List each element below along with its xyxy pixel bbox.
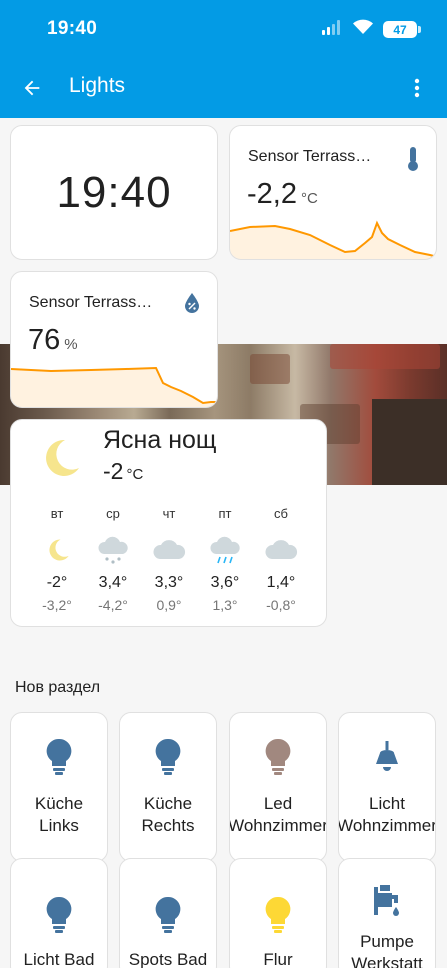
weather-temp-value: -2 xyxy=(103,458,124,484)
sensor-value: 76% xyxy=(28,324,78,357)
forecast-low: 1,3° xyxy=(212,597,238,613)
tile-label: Licht Bad xyxy=(23,950,95,968)
forecast-high: 1,4° xyxy=(266,574,296,591)
signal-icon xyxy=(321,19,343,40)
lightbulb-icon xyxy=(11,895,107,935)
tile-label: Led Wohnzimmer xyxy=(229,794,327,835)
status-bar: 19:40 47 xyxy=(0,0,447,58)
page-title: Lights xyxy=(69,74,126,97)
back-button[interactable] xyxy=(14,70,50,106)
tile-label: Küche Rechts xyxy=(141,794,195,835)
humidity-graph xyxy=(11,366,217,407)
cloud-icon xyxy=(253,530,309,570)
sensor-name: Sensor Terrass… xyxy=(29,294,153,311)
forecast-day: сб 1,4° -0,8° xyxy=(253,506,309,613)
lightbulb-icon xyxy=(11,737,107,777)
tile-label: Pumpe Werkstatt xyxy=(351,932,423,968)
forecast-day: ср 3,4° -4,2° xyxy=(85,506,141,613)
wall-texture xyxy=(330,344,440,369)
light-tile-spots-bad[interactable]: Spots Bad xyxy=(119,858,217,968)
tile-label: Spots Bad xyxy=(128,950,208,968)
app-screen: 19:40 47 Lights 19:40 Sensor Terrass… -2… xyxy=(0,0,447,968)
arrow-left-icon xyxy=(24,80,40,96)
forecast-high: 3,6° xyxy=(210,574,240,591)
forecast-high: -2° xyxy=(46,574,68,591)
wall-opening xyxy=(372,399,447,485)
forecast-day-name: вт xyxy=(50,506,64,521)
status-icons: 47 xyxy=(321,19,421,40)
light-tile-led-wohnzimmer[interactable]: Led Wohnzimmer xyxy=(229,712,327,862)
weather-temp-unit: °C xyxy=(126,466,144,483)
humidity-sensor-card[interactable]: Sensor Terrass… 76% xyxy=(10,271,218,408)
status-time: 19:40 xyxy=(47,18,98,39)
moon-icon xyxy=(29,530,85,570)
snow-cloud-icon xyxy=(85,530,141,570)
app-bar: Lights xyxy=(0,58,447,118)
weather-state: Ясна нощ xyxy=(103,426,217,454)
tile-label: Flur xyxy=(263,950,293,968)
overflow-menu-button[interactable] xyxy=(405,72,429,104)
temperature-sensor-card[interactable]: Sensor Terrass… -2,2 °C xyxy=(229,125,437,260)
dots-vertical-icon xyxy=(414,78,420,98)
ceiling-light-icon xyxy=(339,737,435,777)
rain-cloud-icon xyxy=(197,530,253,570)
battery-indicator: 47 xyxy=(383,21,421,38)
sensor-name: Sensor Terrass… xyxy=(248,148,372,165)
switch-tile-pumpe-werkstatt[interactable]: Pumpe Werkstatt xyxy=(338,858,436,968)
forecast-day: вт -2° -3,2° xyxy=(29,506,85,613)
wifi-icon xyxy=(352,19,374,40)
water-pump-icon xyxy=(339,883,435,923)
clock-time: 19:40 xyxy=(56,168,172,217)
light-tile-licht-wohnzimmer[interactable]: Licht Wohnzimmer xyxy=(338,712,436,862)
wall-texture xyxy=(250,354,290,384)
tile-label: Küche Links xyxy=(34,794,84,835)
forecast-day-name: пт xyxy=(218,506,232,521)
humidity-unit: % xyxy=(64,336,78,353)
lightbulb-icon xyxy=(120,737,216,777)
weather-forecast-card[interactable]: Ясна нощ -2 °C вт -2° -3,2° ср 3,4° -4,2°… xyxy=(10,419,327,627)
lightbulb-icon xyxy=(120,895,216,935)
light-tile-kuche-links[interactable]: Küche Links xyxy=(10,712,108,862)
tile-label: Licht Wohnzimmer xyxy=(338,794,436,835)
forecast-day-name: ср xyxy=(106,506,120,521)
forecast-day-name: сб xyxy=(274,506,288,521)
forecast-day-name: чт xyxy=(162,506,176,521)
forecast-high: 3,4° xyxy=(98,574,128,591)
temperature-graph xyxy=(230,220,436,259)
lightbulb-icon xyxy=(230,895,326,935)
forecast-low: 0,9° xyxy=(156,597,182,613)
forecast-day: чт 3,3° 0,9° xyxy=(141,506,197,613)
humidity-value: 76 xyxy=(28,324,61,356)
thermometer-icon xyxy=(406,146,420,177)
light-tile-licht-bad[interactable]: Licht Bad xyxy=(10,858,108,968)
lightbulb-icon xyxy=(230,737,326,777)
moon-icon xyxy=(35,434,83,487)
forecast-high: 3,3° xyxy=(154,574,184,591)
section-title: Нов раздел xyxy=(15,679,101,696)
forecast-low: -3,2° xyxy=(42,597,72,613)
cloud-icon xyxy=(141,530,197,570)
forecast-day: пт 3,6° 1,3° xyxy=(197,506,253,613)
weather-temperature: -2 °C xyxy=(103,458,143,485)
clock-card[interactable]: 19:40 xyxy=(10,125,218,260)
water-percent-icon xyxy=(183,292,201,319)
forecast-low: -0,8° xyxy=(266,597,296,613)
light-tile-kuche-rechts[interactable]: Küche Rechts xyxy=(119,712,217,862)
forecast-low: -4,2° xyxy=(98,597,128,613)
light-tile-flur[interactable]: Flur xyxy=(229,858,327,968)
